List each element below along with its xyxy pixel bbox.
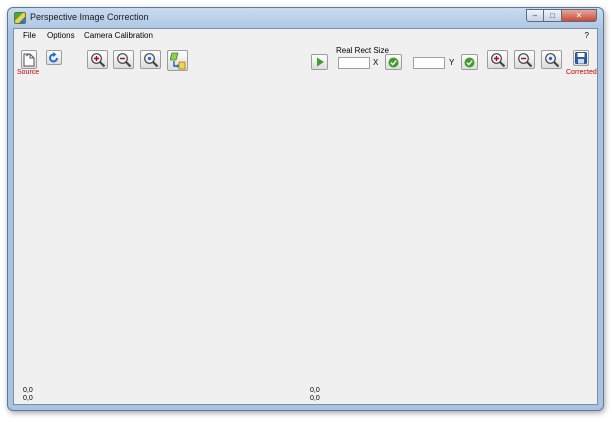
check-icon (388, 57, 399, 67)
source-zoom-fit-button[interactable] (140, 50, 161, 69)
rect-width-input[interactable] (338, 57, 370, 69)
rotate-icon (49, 51, 58, 62)
zoom-out-icon (517, 52, 532, 67)
menu-file[interactable]: File (23, 31, 36, 40)
menu-options[interactable]: Options (47, 31, 75, 40)
open-file-icon (23, 53, 35, 66)
source-coordinates: 0,0 0,0 (23, 387, 33, 403)
corrected-coord-line2: 0,0 (310, 395, 320, 402)
menu-help[interactable]: ? (585, 31, 589, 40)
source-coord-line1: 0,0 (23, 387, 33, 394)
title-bar[interactable]: Perspective Image Correction – □ ✕ (8, 8, 603, 28)
menu-camera-calibration[interactable]: Camera Calibration (84, 31, 153, 40)
source-zoom-in-button[interactable] (87, 50, 108, 69)
window-controls: – □ ✕ (526, 9, 597, 22)
confirm-x-button[interactable] (385, 54, 402, 70)
transform-button[interactable] (167, 50, 188, 71)
zoom-out-icon (116, 52, 131, 67)
minimize-button[interactable]: – (526, 9, 544, 22)
play-icon (316, 57, 324, 67)
client-area: File Options Camera Calibration ? Source (13, 28, 598, 405)
corrected-zoom-out-button[interactable] (514, 50, 535, 69)
save-button[interactable] (573, 50, 589, 66)
save-icon (575, 52, 587, 64)
zoom-fit-icon (544, 52, 559, 67)
x-label: X (373, 58, 379, 67)
rect-height-input[interactable] (413, 57, 445, 69)
run-correction-button[interactable] (311, 54, 328, 70)
source-label: Source (17, 69, 40, 76)
zoom-in-icon (90, 52, 105, 67)
y-label: Y (449, 58, 455, 67)
zoom-fit-icon (143, 52, 158, 67)
menu-bar: File Options Camera Calibration ? (14, 29, 597, 43)
transform-icon (169, 52, 185, 69)
source-zoom-out-button[interactable] (113, 50, 134, 69)
maximize-button[interactable]: □ (544, 9, 562, 22)
check-icon (464, 57, 475, 67)
corrected-label: Corrected (566, 69, 597, 76)
corrected-zoom-fit-button[interactable] (541, 50, 562, 69)
real-rect-size-label: Real Rect Size (336, 46, 389, 55)
confirm-y-button[interactable] (461, 54, 478, 70)
corrected-coord-line1: 0,0 (310, 387, 320, 394)
window-title: Perspective Image Correction (30, 12, 149, 22)
open-image-button[interactable] (21, 50, 37, 69)
app-window: Perspective Image Correction – □ ✕ File … (7, 7, 604, 411)
source-coord-line2: 0,0 (23, 395, 33, 402)
corrected-coordinates: 0,0 0,0 (310, 387, 320, 403)
rotate-button[interactable] (46, 50, 62, 65)
close-button[interactable]: ✕ (562, 9, 597, 22)
zoom-in-icon (490, 52, 505, 67)
corrected-zoom-in-button[interactable] (487, 50, 508, 69)
app-icon (14, 12, 26, 24)
